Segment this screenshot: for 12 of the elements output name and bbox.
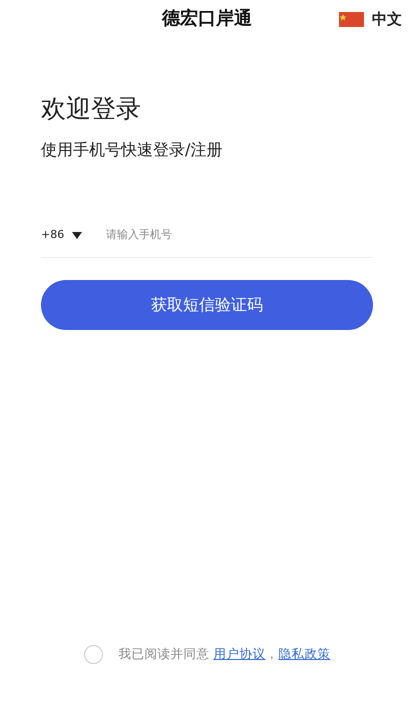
- subtitle: 使用手机号快速登录/注册: [41, 138, 224, 160]
- language-label[interactable]: 中文: [372, 8, 402, 30]
- flag-icon[interactable]: [339, 12, 364, 27]
- app-title: 德宏口岸通: [162, 6, 252, 30]
- country-code[interactable]: +86: [41, 226, 64, 244]
- caret-icon[interactable]: [72, 232, 82, 238]
- agreement-link[interactable]: 用户协议: [213, 646, 266, 662]
- agree-checkbox[interactable]: [84, 645, 102, 664]
- agreement-text: 我已阅读并同意 用户协议，隐私政策: [118, 645, 330, 664]
- page-heading: 欢迎登录: [41, 93, 142, 125]
- agreement-link[interactable]: 隐私政策: [278, 646, 330, 662]
- get-code-button[interactable]: 获取短信验证码: [41, 280, 373, 330]
